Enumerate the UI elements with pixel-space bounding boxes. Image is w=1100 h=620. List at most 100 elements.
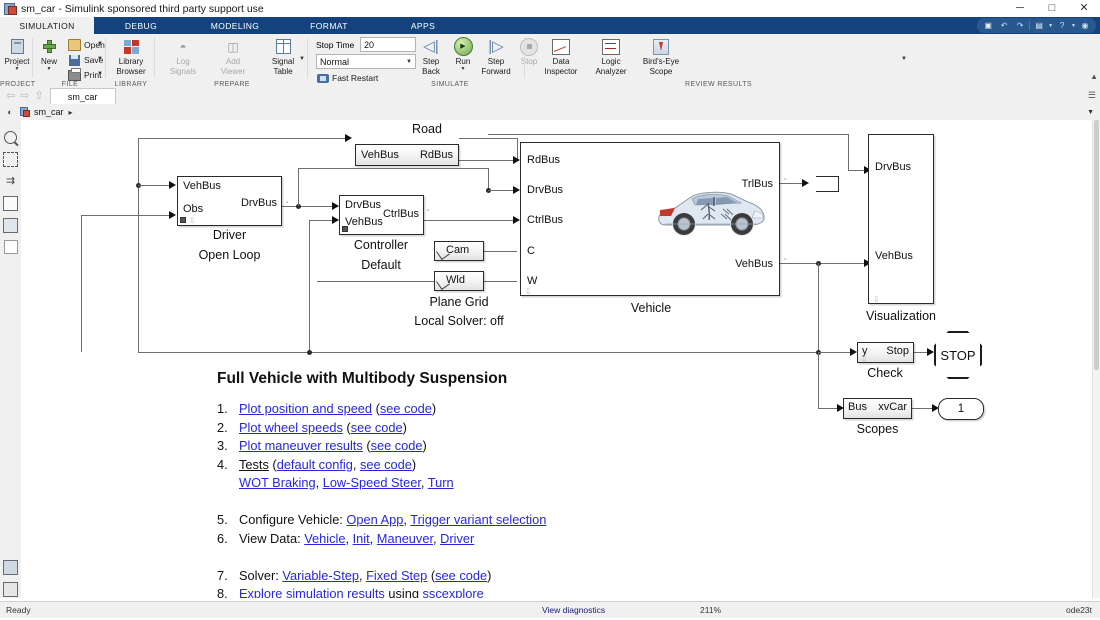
maximize-button[interactable]: □ <box>1036 0 1068 17</box>
annotation-link[interactable]: see code <box>380 401 432 416</box>
vehicle-illustration <box>651 183 769 238</box>
road-block[interactable]: VehBus RdBus <box>355 144 459 166</box>
outport-block[interactable]: 1 <box>938 398 984 420</box>
signal-routing-icon[interactable]: ⇉ <box>0 170 21 192</box>
chevron-down-icon[interactable]: ▼ <box>15 67 20 72</box>
annotation-link[interactable]: sscexplore <box>423 586 484 598</box>
logic-analyzer-button[interactable]: Logic Analyzer <box>583 37 639 79</box>
tab-format[interactable]: FORMAT <box>282 17 376 34</box>
review-overflow-icon[interactable]: ▼ <box>901 56 907 62</box>
chevron-down-icon-1[interactable]: ▼ <box>1048 23 1053 29</box>
minimize-button[interactable]: ─ <box>1004 0 1036 17</box>
log-signals-button[interactable]: ◓ Log Signals <box>160 37 206 79</box>
chevron-down-icon[interactable]: ▼ <box>461 67 466 72</box>
scopes-out-label: xvCar <box>878 401 907 413</box>
terminator-block[interactable] <box>816 176 839 192</box>
collapse-ribbon-icon[interactable]: ▲ <box>1090 72 1098 81</box>
stop-sign-block[interactable]: STOP <box>934 331 982 379</box>
wire <box>421 220 516 221</box>
annotation-link[interactable]: see code <box>435 568 487 583</box>
redo-icon[interactable]: ↷ <box>1013 19 1027 32</box>
annotation-link[interactable]: see code <box>371 438 423 453</box>
annotation-link[interactable]: Vehicle <box>304 531 345 546</box>
undo-icon[interactable]: ↶ <box>997 19 1011 32</box>
annotation-link[interactable]: see code <box>351 420 403 435</box>
scopes-block[interactable]: Bus xvCar <box>843 398 912 419</box>
up-icon[interactable]: ⇧ <box>34 91 43 102</box>
save-icon[interactable]: ▣ <box>981 19 995 32</box>
controller-in2-label: VehBus <box>345 216 383 228</box>
tab-apps[interactable]: APPS <box>376 17 470 34</box>
breadcrumb-dropdown-icon[interactable]: ▼ <box>1087 109 1094 116</box>
zoom-icon[interactable] <box>0 126 21 148</box>
annotation-link[interactable]: Open App <box>346 512 403 527</box>
back-icon[interactable]: ⇦ <box>6 91 15 102</box>
scrollbar-thumb[interactable] <box>1094 120 1099 370</box>
breadcrumb-path[interactable]: sm_car <box>34 107 64 117</box>
library-browser-button[interactable]: Library Browser <box>108 37 154 79</box>
annotation-link[interactable]: Fixed Step <box>366 568 427 583</box>
group-label-project: PROJECT <box>0 81 33 88</box>
annotation-link[interactable]: Plot wheel speeds <box>239 420 343 435</box>
ribbon-tab-bar: SIMULATION DEBUG MODELING FORMAT APPS ▣ … <box>0 17 1100 34</box>
print-dropdown-icon[interactable]: ▼ <box>97 71 103 77</box>
annotation-link[interactable]: Maneuver <box>377 531 433 546</box>
chevron-down-icon-2[interactable]: ▼ <box>1071 23 1076 29</box>
birds-eye-scope-button[interactable]: Bird's-Eye Scope <box>633 37 689 79</box>
simulink-shortcut-icon[interactable]: ▤ <box>1032 19 1046 32</box>
annotation-link[interactable]: Driver <box>440 531 474 546</box>
controller-block[interactable]: DrvBus VehBus CtrlBus <box>339 195 424 235</box>
tab-list-icon[interactable]: ☰ <box>1088 90 1096 101</box>
annotation-link[interactable]: Tests <box>239 457 269 472</box>
annotation-link[interactable]: Trigger variant selection <box>410 512 546 527</box>
annotation-link[interactable]: Low-Speed Steer <box>323 475 421 490</box>
prepare-overflow-icon[interactable]: ▼ <box>299 56 305 62</box>
fit-to-view-icon[interactable] <box>0 148 21 170</box>
annotation-text: ) <box>423 438 427 453</box>
new-button[interactable]: New ▼ <box>31 37 67 79</box>
forward-icon[interactable]: ⇨ <box>20 91 29 102</box>
annotation-link[interactable]: Explore simulation results <box>239 586 385 598</box>
status-zoom-level[interactable]: 211% <box>700 605 721 615</box>
annotation-link[interactable]: default config <box>277 457 353 472</box>
status-view-diagnostics[interactable]: View diagnostics <box>542 605 605 615</box>
model-explorer-icon[interactable] <box>0 578 21 600</box>
annotation-link[interactable]: WOT Braking <box>239 475 316 490</box>
model-canvas[interactable]: Road VehBus RdBus VehBus Obs DrvBus ⇩ ◔ … <box>21 120 1093 598</box>
breadcrumb-back-icon[interactable]: ◐ <box>0 107 20 117</box>
data-inspector-button[interactable]: Data Inspector <box>533 37 589 79</box>
fast-restart-toggle[interactable]: Fast Restart <box>316 71 378 85</box>
blank-block-icon[interactable] <box>0 236 21 258</box>
save-dropdown-icon[interactable]: ▼ <box>97 56 103 62</box>
help-icon[interactable]: ? <box>1055 19 1069 32</box>
driver-block[interactable]: VehBus Obs DrvBus ⇩ <box>177 176 282 226</box>
annotation-link[interactable]: Variable-Step <box>282 568 359 583</box>
annotation-link[interactable]: Plot maneuver results <box>239 438 363 453</box>
sim-mode-select[interactable]: Normal ▼ <box>316 54 416 69</box>
annotation-text-block[interactable]: Full Vehicle with Multibody Suspension 1… <box>217 370 546 598</box>
check-block[interactable]: y Stop ⇩ <box>857 342 914 363</box>
vehicle-block[interactable]: RdBus DrvBus CtrlBus C W TrlBus VehBus ⇩ <box>520 142 780 296</box>
tab-modeling[interactable]: MODELING <box>188 17 282 34</box>
open-dropdown-icon[interactable]: ▼ <box>97 41 103 47</box>
model-tab-sm-car[interactable]: sm_car <box>50 88 116 104</box>
annotation-link[interactable]: see code <box>360 457 412 472</box>
canvas-vertical-scrollbar[interactable] <box>1092 120 1100 598</box>
annotation-icon[interactable] <box>0 192 21 214</box>
subsystem-icon[interactable] <box>0 214 21 236</box>
close-button[interactable]: ✕ <box>1068 0 1100 17</box>
annotation-line: WOT Braking, Low-Speed Steer, Turn <box>217 474 546 493</box>
status-solver[interactable]: ode23t <box>1066 605 1092 615</box>
cam-block[interactable]: Cam <box>434 241 484 261</box>
annotation-link[interactable]: Init <box>353 531 370 546</box>
chevron-down-icon[interactable]: ▼ <box>47 67 52 72</box>
settings-icon[interactable]: ◉ <box>1078 19 1092 32</box>
wld-block[interactable]: Wld <box>434 271 484 291</box>
visualization-block[interactable]: DrvBus VehBus ⇩ <box>868 134 934 304</box>
tab-debug[interactable]: DEBUG <box>94 17 188 34</box>
camera-icon[interactable] <box>0 556 21 578</box>
annotation-link[interactable]: Plot position and speed <box>239 401 372 416</box>
tab-simulation[interactable]: SIMULATION <box>0 17 94 34</box>
add-viewer-button[interactable]: ◫ Add Viewer <box>210 37 256 79</box>
annotation-link[interactable]: Turn <box>428 475 454 490</box>
